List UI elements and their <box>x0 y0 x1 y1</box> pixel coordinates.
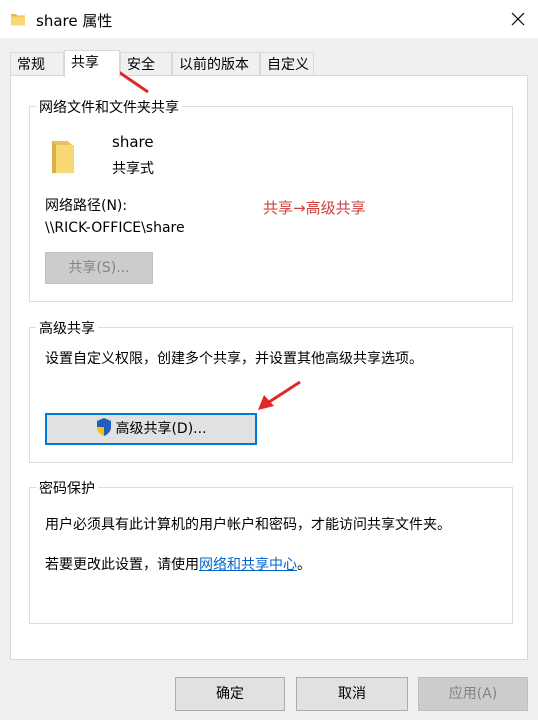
cancel-button[interactable]: 取消 <box>296 677 408 711</box>
password-protection-legend: 密码保护 <box>36 478 98 498</box>
advanced-sharing-description: 设置自定义权限，创建多个共享，并设置其他高级共享选项。 <box>45 351 423 367</box>
uac-shield-icon <box>97 418 112 436</box>
annotation-text: 共享→高级共享 <box>263 199 366 217</box>
password-protection-description: 用户必须具有此计算机的用户帐户和密码，才能访问共享文件夹。 <box>45 517 451 533</box>
change-setting-suffix: 。 <box>297 557 311 573</box>
title-bar: share 属性 <box>0 0 538 38</box>
window-title: share 属性 <box>36 12 113 30</box>
folder-large-icon <box>50 139 80 179</box>
folder-icon <box>10 11 26 31</box>
tab-panel-sharing: 网络文件和文件夹共享 share 共享式 网络路径(N): \\RICK-OFF… <box>10 75 528 660</box>
advanced-sharing-legend: 高级共享 <box>36 318 98 338</box>
password-protection-group: 密码保护 用户必须具有此计算机的用户帐户和密码，才能访问共享文件夹。 若要更改此… <box>29 478 513 624</box>
tab-general[interactable]: 常规 <box>10 52 64 76</box>
share-button[interactable]: 共享(S)... <box>45 252 153 284</box>
folder-name: share <box>112 133 154 151</box>
network-sharing-legend: 网络文件和文件夹共享 <box>36 97 182 117</box>
close-button[interactable] <box>498 0 538 38</box>
tab-customize[interactable]: 自定义 <box>260 52 314 76</box>
close-icon <box>511 12 525 26</box>
advanced-sharing-button-label: 高级共享(D)... <box>115 421 207 437</box>
tab-sharing[interactable]: 共享 <box>64 50 120 77</box>
network-sharing-center-link[interactable]: 网络和共享中心 <box>199 557 297 573</box>
change-setting-prefix: 若要更改此设置，请使用 <box>45 557 199 573</box>
network-sharing-group: 网络文件和文件夹共享 share 共享式 网络路径(N): \\RICK-OFF… <box>29 97 513 302</box>
network-path-value: \\RICK-OFFICE\share <box>45 220 185 236</box>
change-setting-text: 若要更改此设置，请使用网络和共享中心。 <box>45 554 311 574</box>
tab-previous-versions[interactable]: 以前的版本 <box>172 52 260 76</box>
apply-button[interactable]: 应用(A) <box>418 677 528 711</box>
advanced-sharing-button[interactable]: 高级共享(D)... <box>45 413 257 445</box>
annotation-arrow-advanced-icon <box>258 380 301 410</box>
folder-sharing-status: 共享式 <box>112 161 154 177</box>
ok-button[interactable]: 确定 <box>175 677 285 711</box>
network-path-label: 网络路径(N): <box>45 198 128 214</box>
